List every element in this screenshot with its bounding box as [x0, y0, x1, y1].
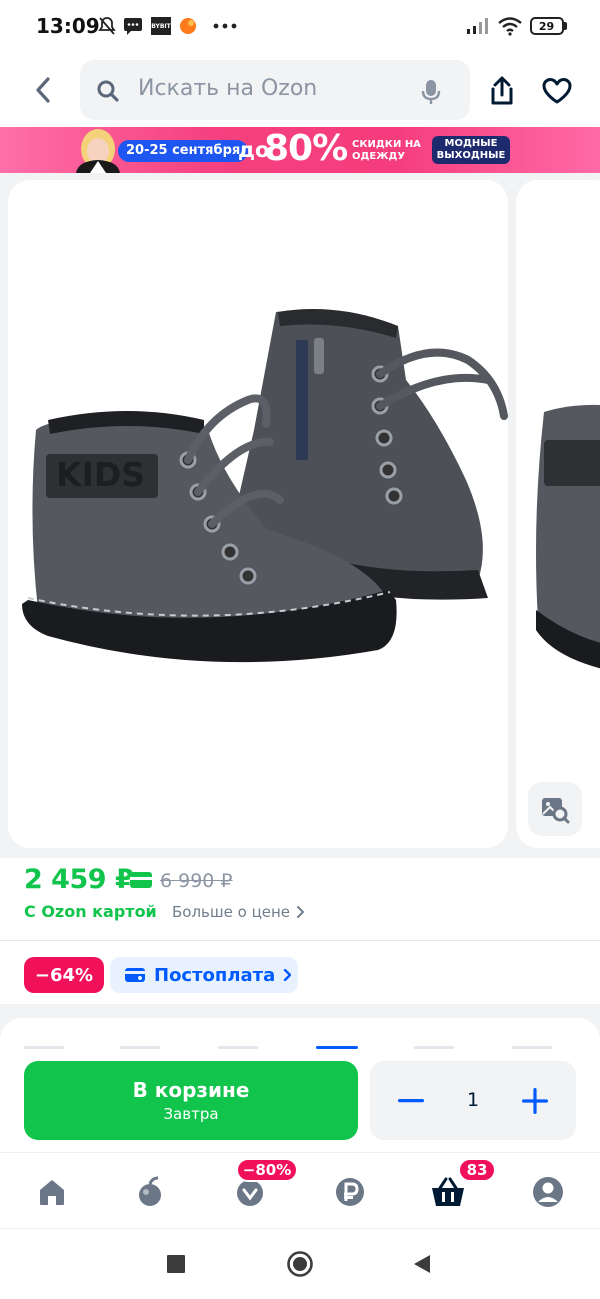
postpay-badge[interactable]: Постоплата	[110, 957, 298, 993]
banner-percent: 80%	[264, 128, 348, 169]
message-icon	[123, 16, 143, 36]
in-cart-button[interactable]: В корзине Завтра	[24, 1061, 358, 1140]
chevron-right-icon	[284, 969, 292, 981]
battery-level: 29	[529, 17, 564, 35]
wallet-icon	[125, 968, 145, 982]
minus-icon	[398, 1099, 424, 1103]
bybit-icon: BYBIT	[150, 16, 172, 36]
tab-hint	[414, 1046, 454, 1049]
home-icon	[40, 1180, 64, 1205]
nav-home[interactable]	[32, 1172, 72, 1212]
price-with-card: 2 459 ₽	[24, 864, 134, 895]
tab-hint	[120, 1046, 160, 1049]
banner-dates: 20-25 сентября	[118, 140, 249, 162]
search-icon	[96, 79, 120, 103]
ozon-card-icon	[130, 872, 152, 888]
apple-icon	[139, 1176, 161, 1206]
product-photo[interactable]: KIDS	[8, 180, 508, 848]
quantity-value: 1	[466, 1089, 480, 1111]
visual-search-button[interactable]	[528, 782, 582, 836]
heart-icon	[542, 78, 572, 104]
delivery-date: Завтра	[163, 1105, 219, 1123]
chevron-right-icon	[297, 906, 305, 918]
back-system-button[interactable]	[412, 1254, 432, 1274]
microphone-icon[interactable]	[420, 78, 442, 106]
nav-profile[interactable]	[528, 1172, 568, 1212]
basket-icon	[432, 1177, 464, 1206]
nav-fresh[interactable]	[130, 1172, 170, 1212]
boots-image: KIDS	[22, 309, 508, 663]
ruble-icon	[336, 1178, 364, 1206]
price-old: 6 990 ₽	[160, 870, 233, 892]
cart-title: В корзине	[132, 1078, 250, 1102]
price-details-label: Больше о цене	[172, 903, 291, 921]
price-details-link[interactable]: Больше о цене	[172, 903, 305, 921]
boots-image-next	[536, 404, 600, 669]
recents-button[interactable]	[166, 1254, 186, 1274]
nav-finance[interactable]	[330, 1172, 370, 1212]
more-dots-icon	[212, 16, 238, 36]
bottom-nav	[0, 1152, 600, 1228]
search-placeholder: Искать на Ozon	[138, 76, 318, 101]
triangle-back-icon	[414, 1255, 430, 1273]
app-notification-icon	[178, 16, 198, 36]
postpay-label: Постоплата	[154, 964, 276, 986]
share-icon	[491, 76, 513, 105]
signal-icon	[464, 16, 490, 36]
sale-badge: −80%	[236, 1158, 298, 1182]
discount-badge: −64%	[24, 957, 104, 993]
favorite-button[interactable]	[540, 74, 574, 108]
back-button[interactable]	[28, 74, 58, 106]
circle-icon	[287, 1251, 313, 1277]
tab-hint	[512, 1046, 552, 1049]
chevron-left-icon	[36, 77, 50, 103]
battery-icon: 29	[528, 16, 568, 36]
banner-tag: МОДНЫЕ ВЫХОДНЫЕ	[432, 136, 510, 164]
banner-subtitle: СКИДКИ НА ОДЕЖДУ	[352, 139, 421, 162]
tab-hint	[218, 1046, 258, 1049]
profile-icon	[533, 1177, 563, 1207]
status-time: 13:09	[36, 14, 100, 38]
wifi-icon	[496, 16, 524, 36]
image-search-icon	[542, 798, 570, 824]
cart-badge: 83	[458, 1158, 496, 1182]
square-icon	[167, 1255, 185, 1273]
product-photo-next[interactable]	[516, 180, 600, 848]
decrease-button[interactable]	[394, 1086, 428, 1116]
tab-hint-active	[316, 1046, 358, 1049]
home-system-button[interactable]	[286, 1250, 314, 1278]
share-button[interactable]	[486, 74, 518, 108]
divider	[0, 940, 600, 941]
boot-label: KIDS	[56, 455, 145, 494]
bybit-label: BYBIT	[151, 17, 171, 35]
bell-off-icon	[96, 16, 118, 36]
plus-icon	[522, 1088, 548, 1114]
increase-button[interactable]	[518, 1086, 552, 1116]
tab-hint	[24, 1046, 64, 1049]
ozon-card-label: С Ozon картой	[24, 902, 157, 921]
